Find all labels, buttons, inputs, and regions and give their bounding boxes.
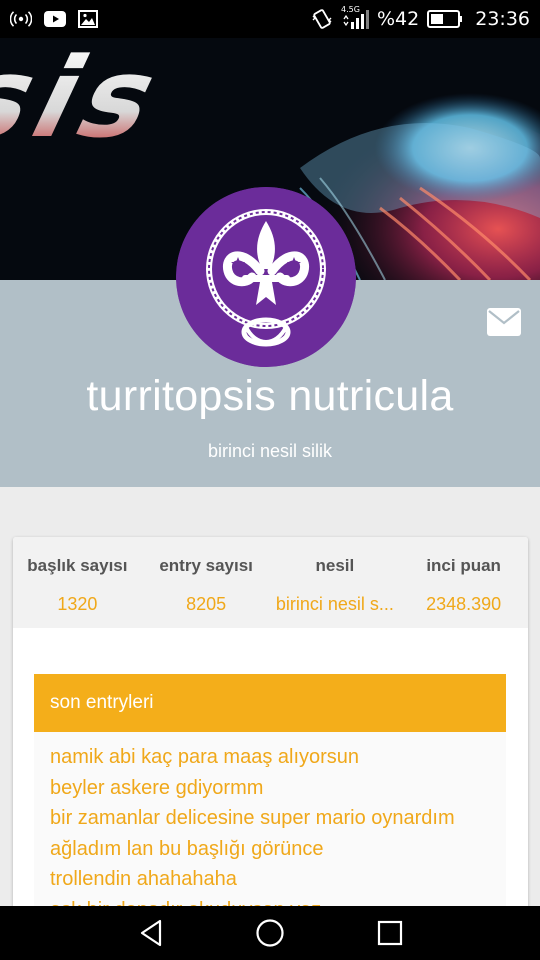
stat-label: başlık sayısı [27, 556, 128, 575]
stat-value: 1320 [57, 594, 98, 614]
status-bar-left [10, 10, 98, 28]
back-icon[interactable] [121, 906, 181, 960]
recent-entries-list: namik abi kaç para maaş alıyorsun beyler… [34, 732, 506, 917]
youtube-icon [44, 11, 66, 27]
battery-percent: %42 [377, 8, 420, 30]
entry-link[interactable]: ağladım lan bu başlığı görünce [50, 834, 490, 865]
status-bar: 4.5G %42 23:36 [0, 0, 540, 38]
profile-username: turritopsis nutricula [86, 372, 454, 420]
signal-icon: 4.5G [341, 5, 369, 31]
hotspot-icon [10, 10, 32, 28]
stat-pearl-points[interactable]: inci puan 2348.390 [399, 537, 528, 628]
avatar[interactable] [176, 187, 356, 367]
stats-row: başlık sayısı 1320 entry sayısı 8205 nes… [13, 537, 528, 628]
stat-generation[interactable]: nesil birinci nesil s... [271, 537, 400, 628]
status-time: 23:36 [475, 8, 530, 30]
profile-generation: birinci nesil silik [207, 441, 333, 461]
entry-link[interactable]: trollendin ahahahaha [50, 864, 490, 895]
mail-icon[interactable] [487, 308, 521, 336]
recent-entries-header: son entryleri [34, 674, 506, 732]
vibrate-icon [311, 9, 333, 29]
battery-icon [427, 10, 463, 28]
stat-label: entry sayısı [159, 556, 253, 575]
stat-value: 2348.390 [426, 594, 502, 614]
stat-label: inci puan [426, 556, 501, 575]
stat-topic-count[interactable]: başlık sayısı 1320 [13, 537, 142, 628]
home-icon[interactable] [240, 906, 300, 960]
entry-link[interactable]: bir zamanlar delicesine super mario oyna… [50, 803, 490, 834]
entry-link[interactable]: namik abi kaç para maaş alıyorsun [50, 742, 490, 773]
entry-link[interactable]: beyler askere gdiyormm [50, 773, 490, 804]
status-bar-right: 4.5G %42 23:36 [311, 5, 530, 31]
stat-value: birinci nesil s... [275, 594, 394, 614]
fleur-de-lis-icon [176, 187, 356, 367]
profile-card: başlık sayısı 1320 entry sayısı 8205 nes… [13, 537, 528, 917]
stat-value: 8205 [186, 594, 227, 614]
recents-icon[interactable] [360, 906, 420, 960]
gallery-icon [78, 10, 98, 28]
stat-label: nesil [315, 556, 355, 575]
stat-entry-count[interactable]: entry sayısı 8205 [142, 537, 271, 628]
